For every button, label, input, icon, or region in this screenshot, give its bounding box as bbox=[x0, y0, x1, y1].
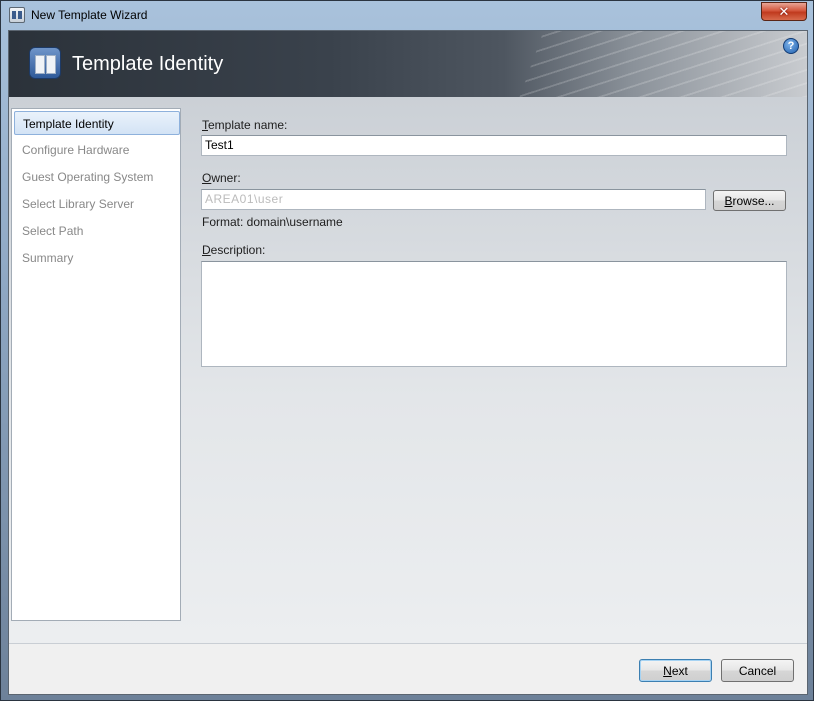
wizard-body: Template Identity Configure Hardware Gue… bbox=[9, 97, 807, 643]
page-title: Template Identity bbox=[72, 53, 224, 75]
step-configure-hardware[interactable]: Configure Hardware bbox=[14, 138, 180, 162]
wizard-client-area: Template Identity ? Template Identity Co… bbox=[8, 30, 808, 695]
wizard-footer: Next Cancel bbox=[9, 643, 807, 694]
step-select-library-server[interactable]: Select Library Server bbox=[14, 192, 180, 216]
owner-label: Owner: bbox=[202, 171, 241, 185]
description-label: Description: bbox=[202, 243, 266, 257]
cancel-button[interactable]: Cancel bbox=[721, 659, 794, 682]
owner-format-hint: Format: domain\username bbox=[202, 215, 343, 229]
template-icon bbox=[9, 7, 25, 23]
close-button[interactable]: ✕ bbox=[761, 2, 807, 21]
wizard-window: New Template Wizard ✕ Template Identity … bbox=[0, 0, 814, 701]
owner-input[interactable]: AREA01\user bbox=[201, 189, 706, 210]
window-title: New Template Wizard bbox=[31, 8, 148, 22]
help-icon[interactable]: ? bbox=[783, 38, 799, 54]
template-identity-icon bbox=[29, 47, 61, 79]
step-select-path[interactable]: Select Path bbox=[14, 219, 180, 243]
browse-button[interactable]: Browse... bbox=[713, 190, 786, 211]
template-name-label: Template name: bbox=[202, 118, 288, 132]
step-template-identity[interactable]: Template Identity bbox=[14, 111, 180, 135]
wizard-steps-panel: Template Identity Configure Hardware Gue… bbox=[11, 108, 181, 621]
wizard-header: Template Identity bbox=[9, 31, 807, 97]
step-summary[interactable]: Summary bbox=[14, 246, 180, 270]
step-guest-operating-system[interactable]: Guest Operating System bbox=[14, 165, 180, 189]
description-textarea[interactable] bbox=[201, 261, 787, 367]
title-bar[interactable]: New Template Wizard ✕ bbox=[1, 1, 813, 30]
next-button[interactable]: Next bbox=[639, 659, 712, 682]
template-name-input[interactable]: Test1 bbox=[201, 135, 787, 156]
